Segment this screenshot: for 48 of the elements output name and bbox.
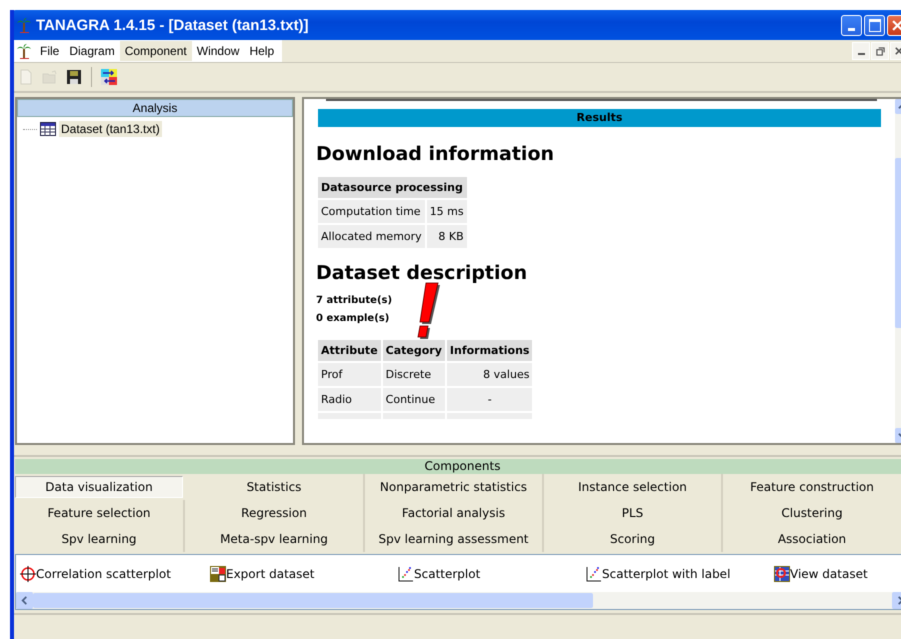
tool-entry[interactable]: Scatterplot with label — [602, 566, 730, 580]
table-header: Datasource processing — [318, 177, 467, 198]
category-tab[interactable]: Instance selection — [544, 474, 723, 500]
section-heading: Dataset description — [316, 262, 528, 284]
category-tab[interactable]: Clustering — [723, 500, 901, 526]
category-tab[interactable]: Factorial analysis — [365, 500, 544, 526]
table-cell: Radio — [318, 388, 381, 411]
menu-item[interactable]: Component — [120, 41, 192, 61]
category-tab[interactable]: Meta-spv learning — [185, 526, 365, 552]
menu-item[interactable]: File — [35, 41, 64, 61]
tool-entry[interactable]: Scatterplot — [414, 566, 480, 580]
table-cell: - — [446, 388, 532, 411]
category-tab[interactable]: Spv learning — [15, 526, 185, 552]
results-banner: Results — [318, 109, 881, 127]
table-cell: 8 KB — [426, 225, 467, 248]
tree-item[interactable]: Dataset (tan13.txt) — [59, 121, 162, 137]
menu-item[interactable]: Diagram — [64, 41, 120, 61]
category-tab[interactable]: Association — [723, 526, 901, 552]
menu-item[interactable]: Window — [192, 41, 244, 61]
menu-item[interactable]: Help — [244, 41, 282, 61]
tool-entry[interactable]: View dataset — [790, 566, 868, 580]
column-header: Category — [382, 340, 445, 361]
table-cell: Prof — [318, 363, 381, 386]
table-cell: Computation time — [318, 200, 425, 223]
category-tab[interactable]: PLS — [544, 500, 723, 526]
category-tab[interactable]: Feature construction — [723, 474, 901, 500]
category-tab[interactable]: Scoring — [544, 526, 723, 552]
table-cell: 15 ms — [426, 200, 467, 223]
table-cell: Discrete — [382, 363, 445, 386]
tool-entry[interactable]: Export dataset — [226, 566, 314, 580]
panel-header: Analysis — [17, 99, 293, 117]
column-header: Informations — [446, 340, 532, 361]
category-tab[interactable]: Spv learning assessment — [365, 526, 544, 552]
tool-entry[interactable]: Correlation scatterplot — [36, 566, 171, 580]
table-cell: Continue — [382, 388, 445, 411]
section-heading: Download information — [316, 143, 556, 165]
category-tab[interactable]: Regression — [185, 500, 365, 526]
panel-header: Components — [15, 459, 901, 474]
count-text: 0 example(s) — [316, 312, 390, 326]
category-tab[interactable]: Data visualization — [15, 476, 183, 498]
column-header: Attribute — [318, 340, 381, 361]
count-text: 7 attribute(s) — [316, 294, 394, 308]
category-tab[interactable]: Feature selection — [15, 500, 185, 526]
table-cell: Allocated memory — [318, 225, 425, 248]
category-tab[interactable]: Statistics — [185, 474, 365, 500]
category-tab[interactable]: Nonparametric statistics — [365, 474, 544, 500]
table-cell: 8 values — [446, 363, 532, 386]
window-title: TANAGRA 1.4.15 - [Dataset (tan13.txt)] — [36, 16, 310, 34]
